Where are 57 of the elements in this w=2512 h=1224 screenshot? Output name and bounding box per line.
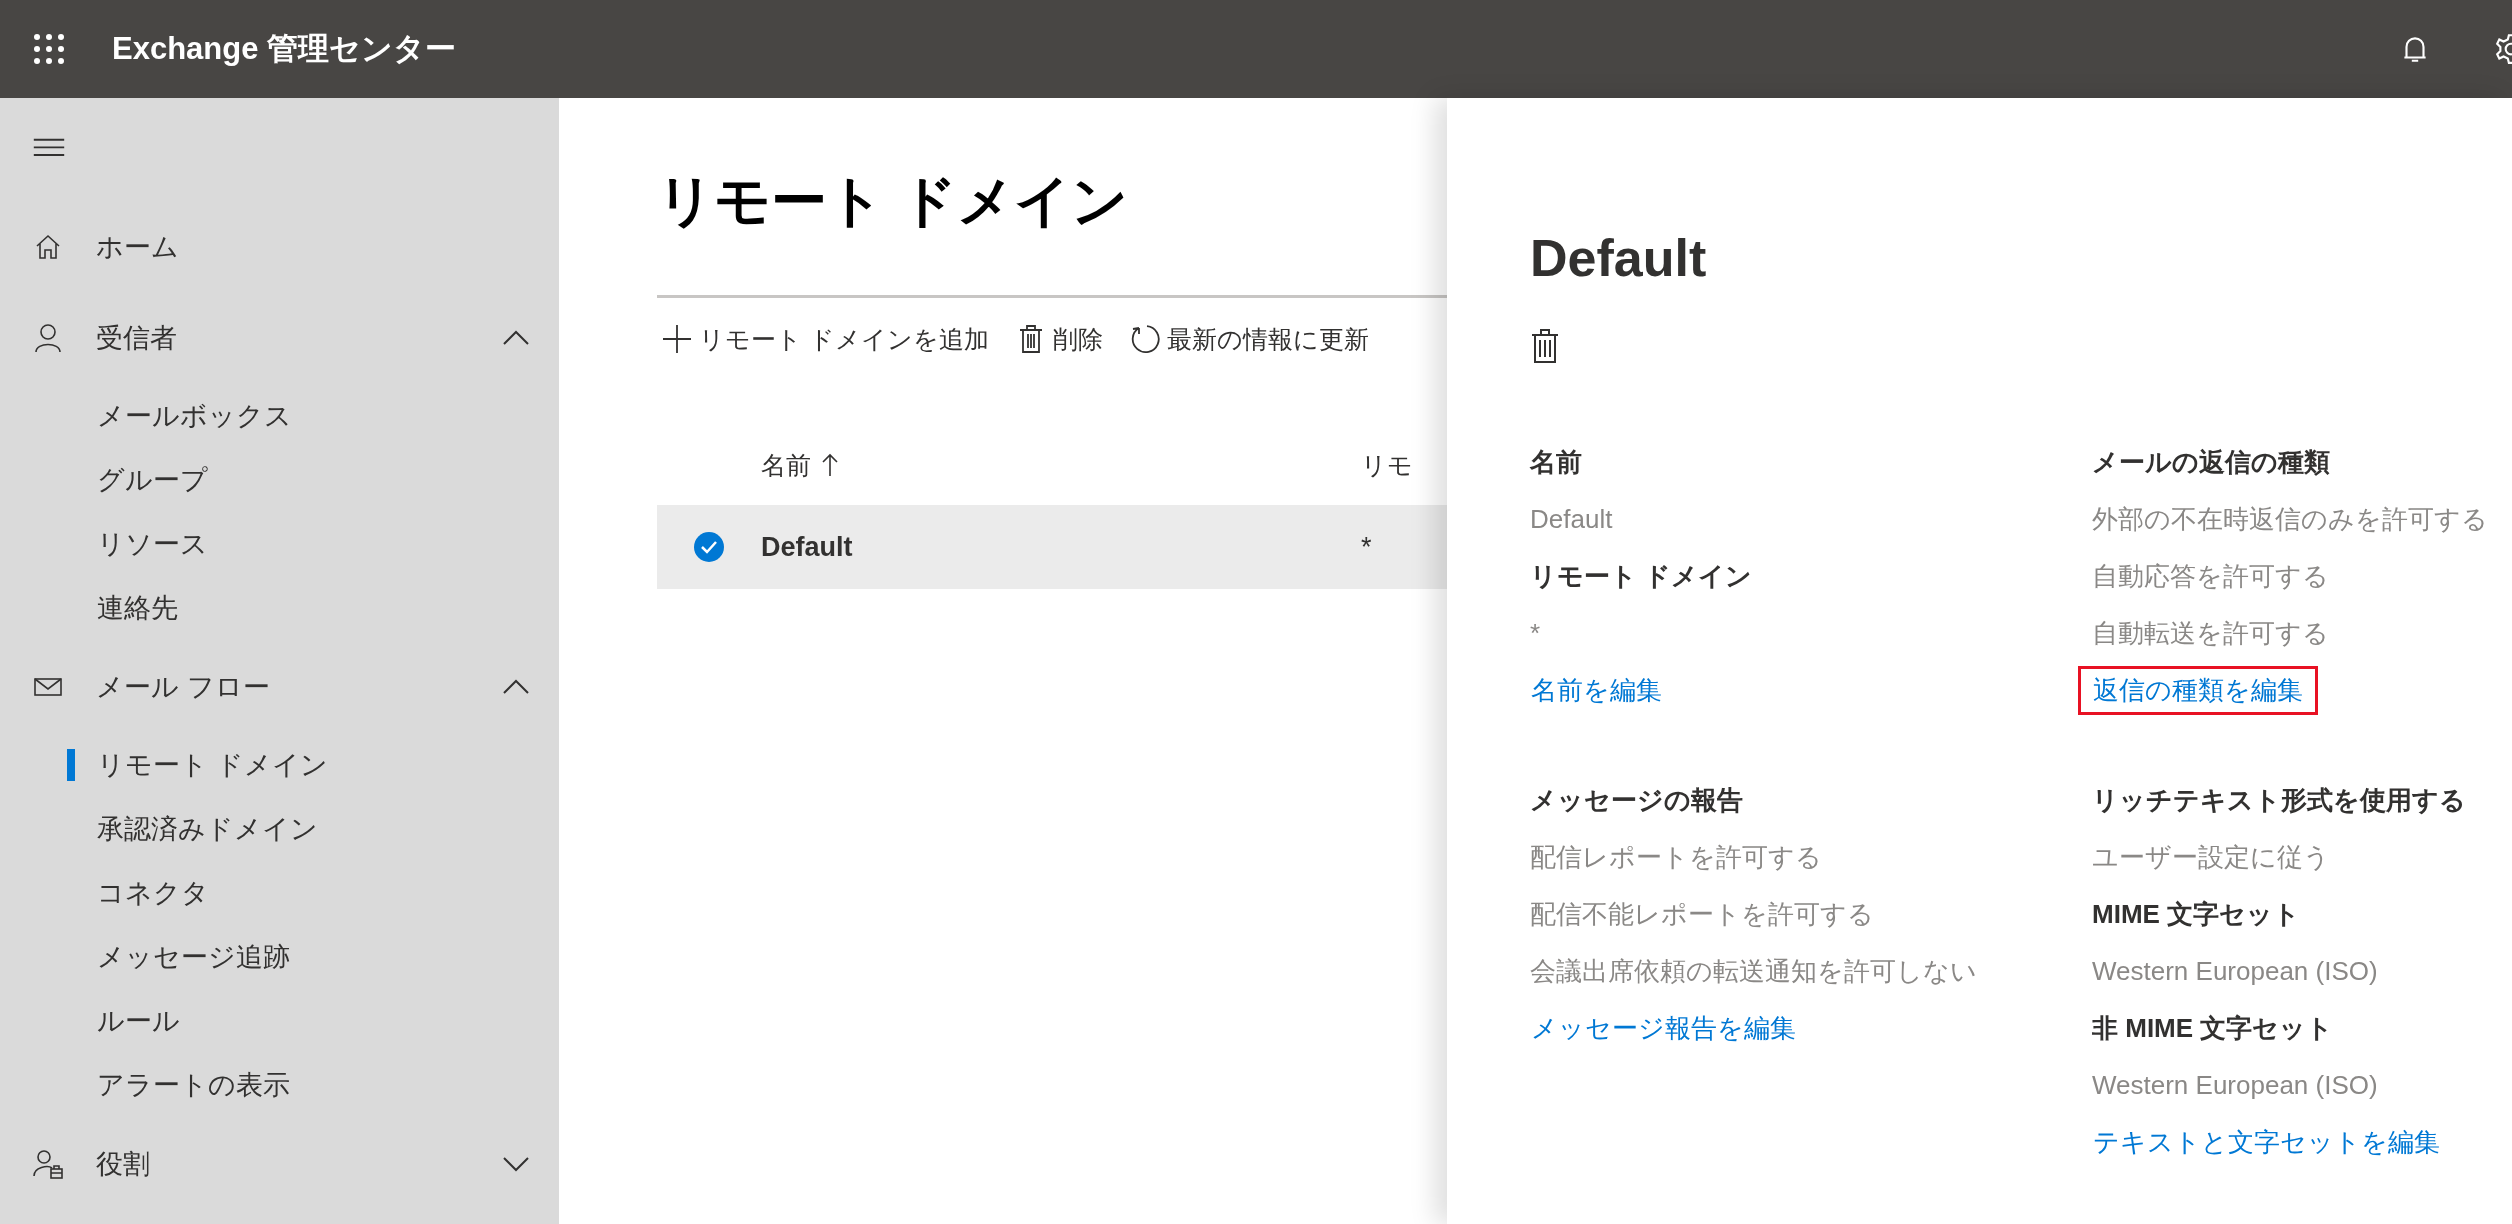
field-label: リッチテキスト形式を使用する: [2092, 784, 2466, 817]
nav-item[interactable]: ホーム: [0, 216, 559, 278]
nav-subitem[interactable]: リモート ドメイン: [0, 733, 559, 798]
person-icon: [32, 322, 64, 354]
panel-title: Default: [1530, 228, 1708, 288]
column-header[interactable]: 名前: [761, 448, 811, 482]
toolbar-button[interactable]: リモート ドメインを追加: [657, 322, 993, 356]
field-value: Western European (ISO): [2092, 1070, 2378, 1101]
field-value: 会議出席依頼の転送通知を許可しない: [1530, 955, 1977, 988]
field-label: リモート ドメイン: [1530, 560, 1753, 593]
page-title: リモート ドメイン: [657, 168, 1129, 234]
field-label: メールの返信の種類: [2092, 446, 2330, 479]
app-title: Exchange 管理センター: [112, 30, 457, 68]
field-value: Default: [1530, 504, 1613, 535]
menu-icon[interactable]: [33, 136, 65, 159]
field-value: *: [1530, 618, 1541, 649]
nav-subitem[interactable]: コネクタ: [0, 861, 559, 926]
nav-subitem[interactable]: メールボックス: [0, 384, 559, 449]
nav-subitem[interactable]: メッセージ追跡: [0, 925, 559, 990]
chevron-icon: [503, 330, 529, 346]
field-value: 自動転送を許可する: [2092, 617, 2329, 650]
column-header[interactable]: リモ: [1361, 448, 1413, 482]
nav-subitem[interactable]: 連絡先: [0, 576, 559, 641]
field-value: 配信不能レポートを許可する: [1530, 898, 1874, 931]
nav-item[interactable]: 受信者: [0, 307, 559, 369]
edit-link[interactable]: メッセージ報告を編集: [1516, 1004, 1811, 1053]
field-label: 名前: [1530, 446, 1582, 479]
nav-item[interactable]: メール フロー: [0, 656, 559, 718]
app-launcher-icon[interactable]: [33, 33, 65, 65]
edit-link[interactable]: 名前を編集: [1516, 666, 1677, 715]
field-value: ユーザー設定に従う: [2092, 841, 2330, 874]
plus-icon: [661, 323, 693, 355]
nav-subitem[interactable]: リソース: [0, 512, 559, 577]
field-value: Western European (ISO): [2092, 956, 2378, 987]
toolbar-button[interactable]: 削除: [1010, 322, 1107, 356]
chevron-icon: [503, 678, 529, 695]
field-value: 配信レポートを許可する: [1530, 841, 1822, 874]
toolbar-button[interactable]: 最新の情報に更新: [1124, 322, 1373, 356]
edit-link[interactable]: 返信の種類を編集: [2078, 666, 2318, 715]
nav-subitem[interactable]: グループ: [0, 448, 559, 513]
table-cell: Default: [761, 531, 853, 563]
nav-subitem[interactable]: 承認済みドメイン: [0, 797, 559, 862]
table-cell: *: [1361, 531, 1372, 563]
field-label: メッセージの報告: [1530, 784, 1743, 817]
check-circle-icon[interactable]: [693, 531, 725, 563]
edit-link[interactable]: テキストと文字セットを編集: [2078, 1118, 2455, 1167]
field-value: 自動応答を許可する: [2092, 560, 2329, 593]
person-badge-icon: [32, 1147, 64, 1180]
nav-item[interactable]: 役割: [0, 1133, 559, 1194]
field-label: 非 MIME 文字セット: [2092, 1012, 2334, 1045]
chevron-icon: [503, 1155, 529, 1172]
table-row[interactable]: Default *: [657, 505, 1447, 589]
trash-icon[interactable]: [1530, 328, 1560, 364]
field-value: 外部の不在時返信のみを許可する: [2092, 503, 2488, 536]
nav-subitem[interactable]: アラートの表示: [0, 1053, 559, 1118]
nav-subitem[interactable]: ルール: [0, 989, 559, 1054]
field-label: MIME 文字セット: [2092, 898, 2301, 931]
